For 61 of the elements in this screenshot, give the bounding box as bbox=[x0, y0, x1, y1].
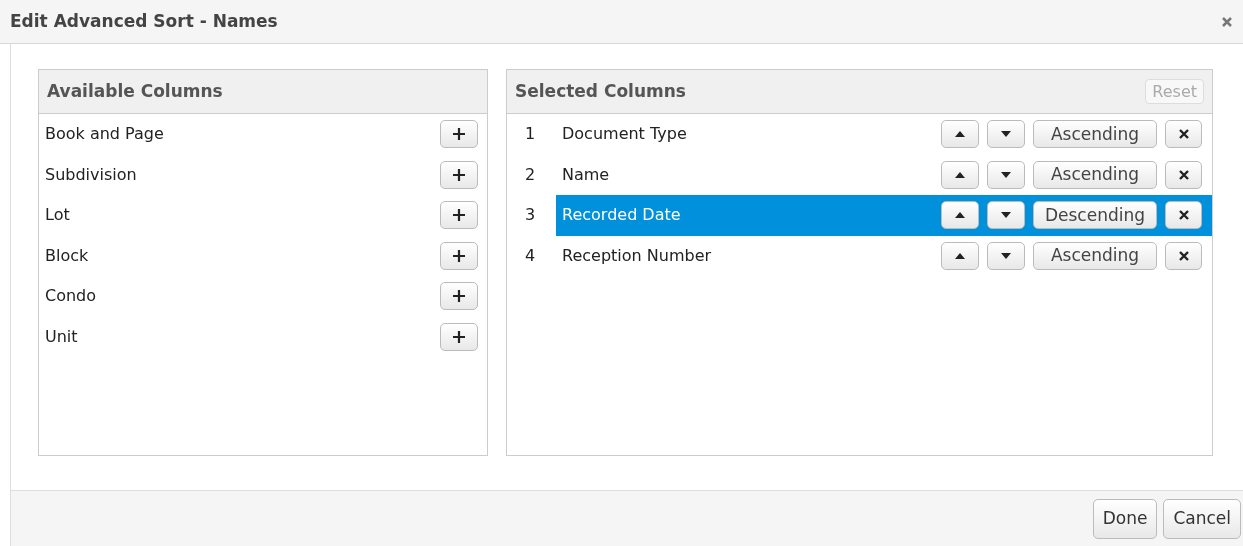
plus-icon bbox=[452, 208, 466, 223]
down-triangle-icon bbox=[1001, 252, 1011, 259]
down-triangle-icon bbox=[1001, 131, 1011, 138]
move-down-button[interactable] bbox=[987, 120, 1025, 149]
column-name: Block bbox=[45, 244, 89, 267]
close-icon bbox=[1177, 209, 1190, 222]
panel-title: Selected Columns bbox=[515, 79, 686, 103]
move-up-button[interactable] bbox=[941, 201, 979, 230]
column-name: Document Type bbox=[562, 123, 687, 146]
sort-order-button[interactable]: Ascending bbox=[1033, 120, 1157, 149]
sort-order-button[interactable]: Ascending bbox=[1033, 241, 1157, 270]
plus-icon bbox=[452, 329, 466, 344]
window-title: Edit Advanced Sort - Names bbox=[10, 9, 278, 33]
row-number: 3 bbox=[524, 204, 537, 227]
remove-button[interactable] bbox=[1165, 241, 1202, 270]
add-button[interactable] bbox=[440, 322, 478, 351]
up-triangle-icon bbox=[955, 252, 965, 259]
add-button[interactable] bbox=[440, 201, 478, 230]
up-triangle-icon bbox=[955, 212, 965, 219]
close-icon bbox=[1177, 128, 1190, 141]
row-number: 4 bbox=[524, 244, 537, 267]
column-name: Subdivision bbox=[45, 163, 137, 186]
move-down-button[interactable] bbox=[987, 241, 1025, 270]
down-triangle-icon bbox=[1001, 171, 1011, 178]
add-button[interactable] bbox=[440, 120, 478, 149]
panel-title: Available Columns bbox=[47, 79, 223, 103]
move-up-button[interactable] bbox=[941, 160, 979, 189]
column-name: Recorded Date bbox=[562, 204, 681, 227]
column-name: Lot bbox=[45, 204, 70, 227]
remove-button[interactable] bbox=[1165, 120, 1202, 149]
dialog-button[interactable]: Cancel bbox=[1163, 498, 1241, 539]
add-button[interactable] bbox=[440, 160, 478, 189]
sort-order-button[interactable]: Descending bbox=[1033, 201, 1157, 230]
add-button[interactable] bbox=[440, 241, 478, 270]
column-name: Unit bbox=[45, 325, 78, 348]
column-name: Reception Number bbox=[562, 244, 712, 267]
plus-icon bbox=[452, 248, 466, 263]
row-number: 1 bbox=[524, 123, 537, 146]
sort-row[interactable]: Recorded Date Descending bbox=[556, 195, 1212, 236]
close-icon bbox=[1177, 168, 1190, 181]
column-name: Name bbox=[562, 163, 610, 186]
up-triangle-icon bbox=[955, 171, 965, 178]
sort-order-button[interactable]: Ascending bbox=[1033, 160, 1157, 189]
down-triangle-icon bbox=[1001, 212, 1011, 219]
close-icon bbox=[1221, 15, 1233, 28]
move-up-button[interactable] bbox=[941, 241, 979, 270]
remove-button[interactable] bbox=[1165, 201, 1202, 230]
plus-icon bbox=[452, 127, 466, 142]
plus-icon bbox=[452, 289, 466, 304]
row-number: 2 bbox=[524, 163, 537, 186]
add-button[interactable] bbox=[440, 282, 478, 311]
up-triangle-icon bbox=[955, 131, 965, 138]
column-name: Book and Page bbox=[45, 123, 164, 146]
move-up-button[interactable] bbox=[941, 120, 979, 149]
remove-button[interactable] bbox=[1165, 160, 1202, 189]
plus-icon bbox=[452, 167, 466, 182]
close-icon bbox=[1177, 249, 1190, 262]
move-down-button[interactable] bbox=[987, 160, 1025, 189]
column-name: Condo bbox=[45, 285, 97, 308]
move-down-button[interactable] bbox=[987, 201, 1025, 230]
dialog-button[interactable]: Done bbox=[1092, 498, 1158, 539]
